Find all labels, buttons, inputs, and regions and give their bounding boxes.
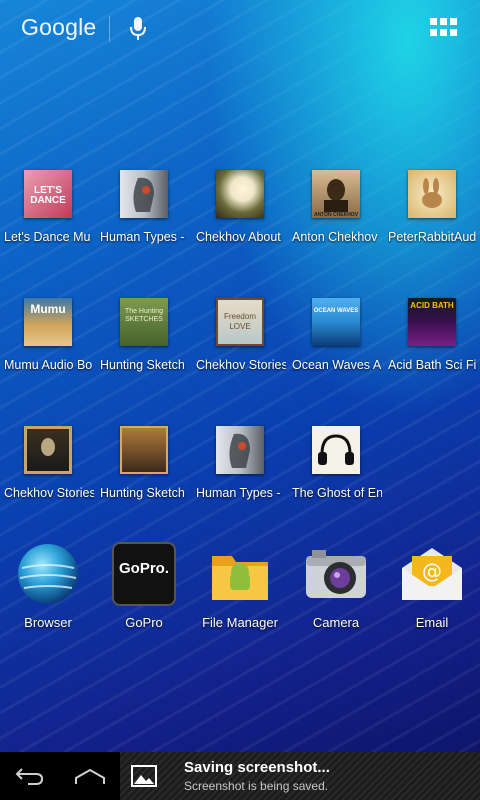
browser-globe-icon [18,544,78,604]
app-shortcut-mumu-audio[interactable]: Mumu Mumu Audio Bo [0,296,96,384]
dock-label: File Manager [202,615,278,630]
album-art: Mumu [24,298,72,346]
google-logo[interactable]: Google [21,14,96,41]
app-shortcut-acid-bath[interactable]: ACID BATH Acid Bath Sci Fi [384,296,480,384]
back-icon[interactable] [14,766,46,786]
gopro-icon: GoPro. [112,542,176,606]
navigation-bar: Saving screenshot... Screenshot is being… [0,752,480,800]
app-label: Human Types - [100,230,185,244]
app-shortcut-hunting-sketches-2[interactable]: Hunting Sketch [96,424,192,512]
app-label: Hunting Sketch [100,358,185,372]
album-art [120,170,168,218]
app-label: Chekhov About [196,230,281,244]
app-shortcut-ocean-waves[interactable]: OCEAN WAVES Ocean Waves A [288,296,384,384]
app-label: Chekhov Stories [4,486,94,500]
google-search-bar[interactable]: Google [0,0,480,58]
app-label: Ocean Waves A [292,358,382,372]
album-art: The Hunting SKETCHES [120,298,168,346]
album-art: ANTON CHEKHOV [312,170,360,218]
app-shortcut-chekhov-stories[interactable]: Freedom LOVE Chekhov Stories [192,296,288,384]
app-label: Chekhov Stories [196,358,286,372]
email-icon: @ [402,548,462,600]
screenshot-image-icon [131,765,157,787]
album-art [216,170,264,218]
app-shortcut-human-types-2[interactable]: Human Types - [192,424,288,512]
album-art: OCEAN WAVES [312,298,360,346]
dock-gopro[interactable]: GoPro. GoPro [96,540,192,640]
app-shortcut-human-types[interactable]: Human Types - [96,168,192,256]
svg-text:@: @ [422,559,442,583]
dock-file-manager[interactable]: File Manager [192,540,288,640]
dock-label: Camera [312,615,360,630]
gopro-icon-text: GoPro. [118,560,169,577]
app-shortcut-hunting-sketches[interactable]: The Hunting SKETCHES Hunting Sketch [96,296,192,384]
notification-ticker[interactable]: Saving screenshot... Screenshot is being… [120,752,480,800]
app-label: Anton Chekhov [292,230,378,244]
app-label: The Ghost of En [292,486,382,500]
dock-label: GoPro [125,615,163,630]
app-label: Hunting Sketch [100,486,185,500]
album-art [120,426,168,474]
notification-text: Screenshot is being saved. [184,779,329,793]
app-shortcut-chekhov-stories-2[interactable]: Chekhov Stories [0,424,96,512]
search-divider [109,16,110,42]
dock-camera[interactable]: Camera [288,540,384,640]
album-art: LET'S DANCE [24,170,72,218]
album-art: Freedom LOVE [216,298,264,346]
app-label: Let's Dance Mu [4,230,91,244]
app-shortcut-peter-rabbit[interactable]: PeterRabbitAud [384,168,480,256]
dock-label: Browser [24,615,72,630]
dock-email[interactable]: @ Email [384,540,480,640]
all-apps-grid-icon[interactable] [430,18,458,38]
camera-icon [306,550,366,598]
app-label: Human Types - [196,486,281,500]
app-label: Acid Bath Sci Fi [388,358,477,372]
album-art [408,170,456,218]
notification-title: Saving screenshot... [184,759,330,776]
album-art [312,426,360,474]
album-art [216,426,264,474]
app-label: PeterRabbitAud [388,230,477,244]
dock-browser[interactable]: Browser [0,540,96,640]
app-label: Mumu Audio Bo [4,358,93,372]
app-shortcut-anton-chekhov[interactable]: ANTON CHEKHOV Anton Chekhov [288,168,384,256]
home-icon[interactable] [74,766,106,786]
album-art: ACID BATH [408,298,456,346]
file-manager-folder-icon [212,556,268,600]
mic-icon[interactable] [128,16,148,42]
album-art [24,426,72,474]
app-shortcut-chekhov-about[interactable]: Chekhov About [192,168,288,256]
app-shortcut-ghost-of-england[interactable]: The Ghost of En [288,424,384,512]
app-shortcut-lets-dance[interactable]: LET'S DANCE Let's Dance Mu [0,168,96,256]
dock-label: Email [415,615,449,630]
